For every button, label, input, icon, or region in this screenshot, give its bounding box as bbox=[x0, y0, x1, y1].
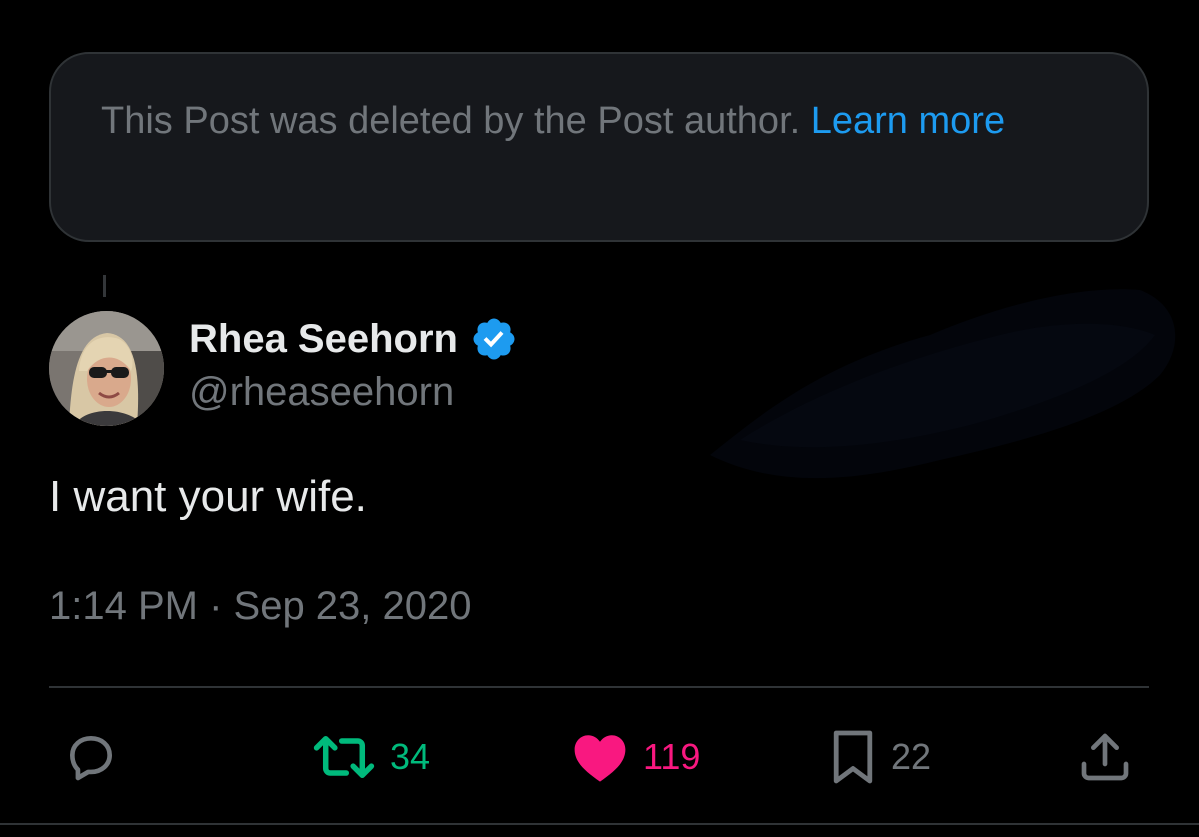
bookmark-icon bbox=[829, 728, 877, 786]
like-button[interactable]: 119 bbox=[571, 728, 700, 786]
author-name[interactable]: Rhea Seehorn bbox=[189, 317, 458, 362]
repost-button[interactable]: 34 bbox=[312, 728, 430, 786]
deleted-notice-text: This Post was deleted by the Post author… bbox=[101, 100, 811, 142]
reply-icon bbox=[63, 729, 119, 785]
author-handle[interactable]: @rheaseehorn bbox=[189, 370, 454, 415]
author-name-row[interactable]: Rhea Seehorn bbox=[189, 313, 518, 365]
like-count: 119 bbox=[643, 736, 701, 777]
deleted-post-notice: This Post was deleted by the Post author… bbox=[49, 52, 1149, 242]
bottom-divider bbox=[0, 823, 1199, 825]
repost-icon bbox=[312, 729, 376, 785]
learn-more-link[interactable]: Learn more bbox=[811, 100, 1005, 142]
repost-count: 34 bbox=[390, 736, 431, 777]
reply-button[interactable] bbox=[63, 728, 119, 786]
avatar[interactable] bbox=[49, 311, 164, 426]
verified-badge-icon bbox=[470, 315, 518, 363]
post-timestamp[interactable]: 1:14 PM · Sep 23, 2020 bbox=[49, 584, 472, 629]
redacted-shadow-area bbox=[710, 289, 1176, 479]
share-icon bbox=[1077, 729, 1133, 785]
bookmark-button[interactable]: 22 bbox=[829, 728, 931, 786]
share-button[interactable] bbox=[1077, 728, 1133, 786]
thread-connector-line bbox=[103, 275, 106, 297]
post-text: I want your wife. bbox=[49, 472, 367, 521]
divider bbox=[49, 686, 1149, 688]
bookmark-count: 22 bbox=[891, 736, 932, 777]
heart-icon bbox=[571, 730, 629, 784]
